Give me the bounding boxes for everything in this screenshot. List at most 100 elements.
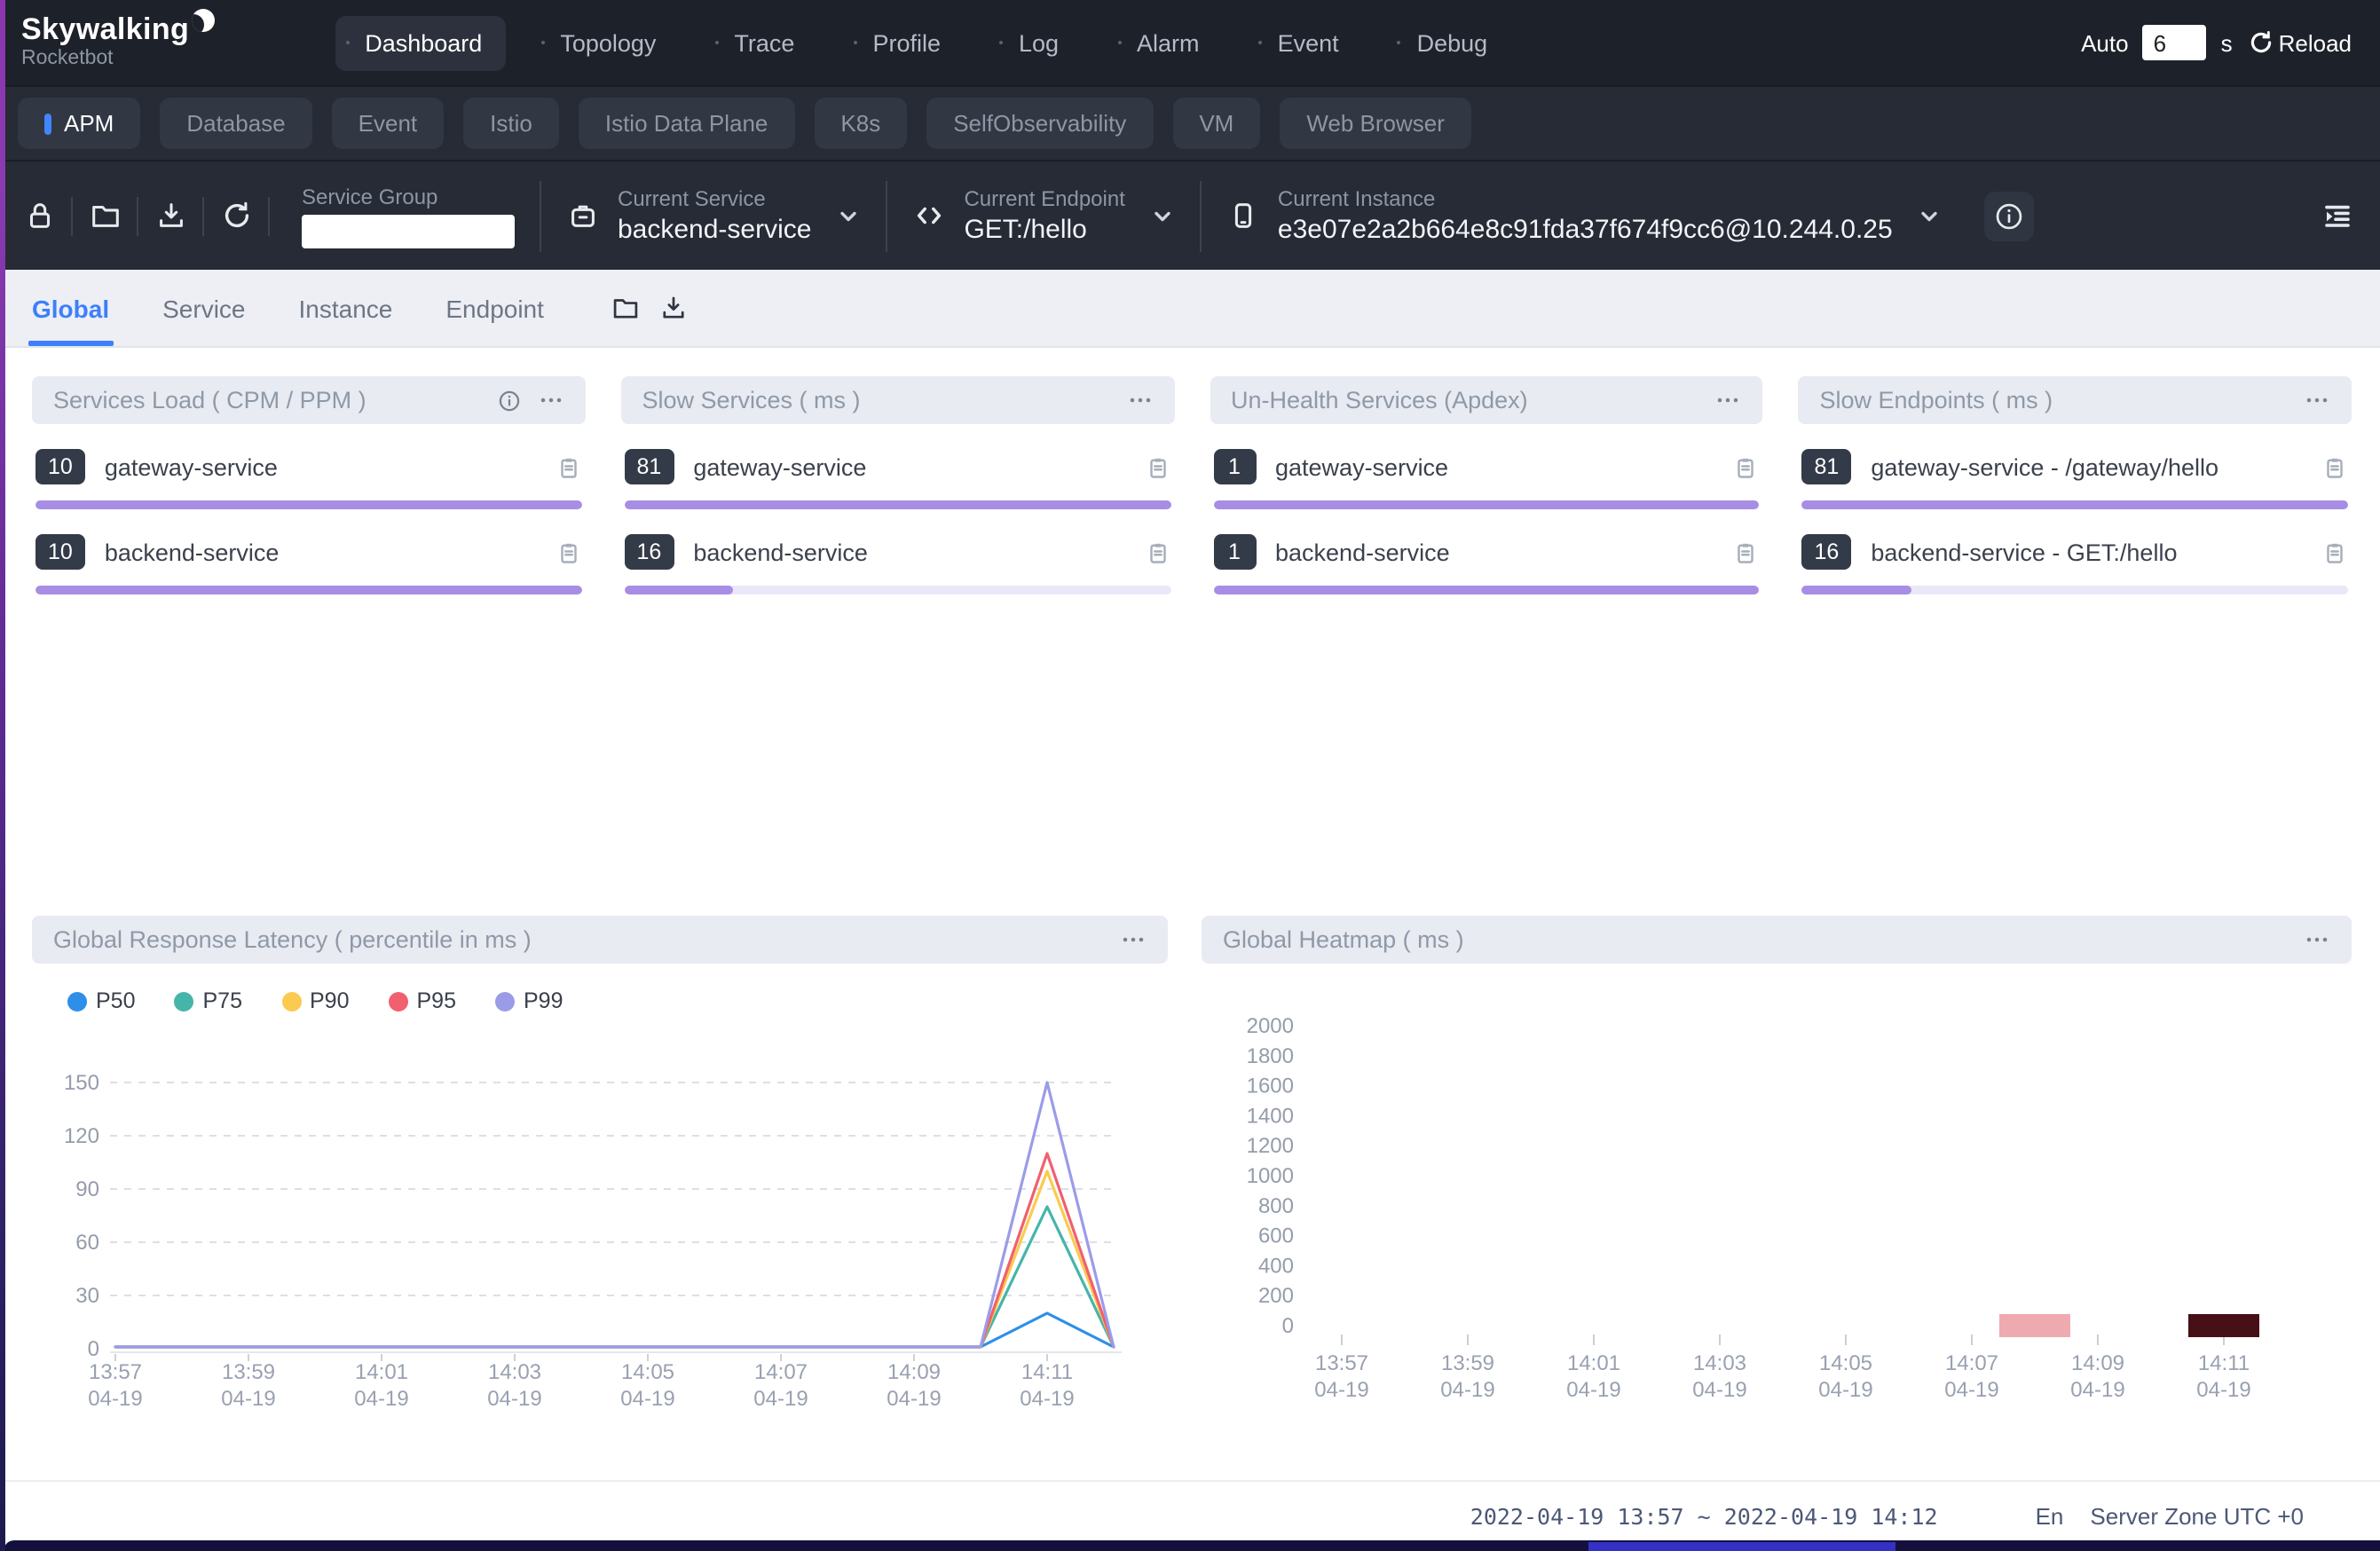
list-item[interactable]: 10 gateway-service: [32, 449, 586, 509]
collapse-panel-button[interactable]: [2320, 198, 2355, 233]
reload-label: Reload: [2279, 29, 2352, 56]
svg-text:400: 400: [1258, 1254, 1294, 1278]
module-tab-vm[interactable]: VM: [1172, 98, 1260, 149]
reload-icon: [2247, 28, 2275, 57]
card-more-button[interactable]: [2304, 926, 2330, 953]
svg-text:90: 90: [75, 1177, 99, 1201]
skywalking-logo[interactable]: Skywalking Rocketbot: [21, 15, 214, 71]
module-tab-web-browser[interactable]: Web Browser: [1280, 98, 1471, 149]
module-tab-apm[interactable]: APM: [18, 98, 140, 149]
heatmap-chart[interactable]: 020040060080010001200140016001800200013:…: [1202, 1004, 2352, 1471]
reload-button[interactable]: Reload: [2247, 28, 2352, 57]
current-service-select[interactable]: Current Service backend-service: [541, 186, 886, 245]
legend-item-P90[interactable]: P90: [281, 988, 350, 1013]
toolbar-divider: [202, 196, 204, 235]
service-group-input[interactable]: [302, 214, 515, 248]
card-title: Slow Endpoints ( ms ): [1820, 387, 2053, 413]
svg-text:04-19: 04-19: [887, 1387, 941, 1411]
info-button[interactable]: [1985, 191, 2035, 240]
current-endpoint-select[interactable]: Current Endpoint GET:/hello: [887, 186, 1199, 245]
module-tab-event[interactable]: Event: [332, 98, 445, 149]
metric-bar: [1213, 500, 1760, 509]
card-info-button[interactable]: [497, 388, 522, 413]
tab-global[interactable]: Global: [28, 271, 113, 345]
current-service-label: Current Service: [618, 186, 811, 211]
module-tab-istio-data-plane[interactable]: Istio Data Plane: [579, 98, 795, 149]
list-item[interactable]: 1 gateway-service: [1210, 449, 1763, 509]
legend-item-P95[interactable]: P95: [389, 988, 457, 1013]
copy-clipboard-button[interactable]: [1144, 453, 1170, 480]
time-range-picker[interactable]: 2022-04-19 13:57 ~ 2022-04-19 14:12: [1470, 1503, 1938, 1530]
nav-item-dashboard[interactable]: Dashboard: [335, 15, 505, 70]
heatmap-cell-14:11[interactable]: [2188, 1314, 2259, 1337]
latency-line-chart[interactable]: 030609012015013:5704-1913:5904-1914:0104…: [32, 1013, 1168, 1439]
card-more-button[interactable]: [538, 387, 564, 413]
module-tab-k8s[interactable]: K8s: [814, 98, 907, 149]
module-tab-selfobservability[interactable]: SelfObservability: [926, 98, 1153, 149]
chevron-down-icon: [1918, 203, 1943, 228]
module-tab-database[interactable]: Database: [160, 98, 311, 149]
nav-item-debug[interactable]: Debug: [1387, 15, 1511, 70]
tab-instance[interactable]: Instance: [296, 271, 397, 345]
list-item[interactable]: 81 gateway-service - /gateway/hello: [1799, 449, 2352, 509]
svg-text:60: 60: [75, 1231, 99, 1255]
metric-value-badge: 1: [1213, 534, 1256, 570]
module-tab-istio[interactable]: Istio: [463, 98, 559, 149]
metric-value-badge: 10: [35, 449, 85, 484]
nav-item-alarm[interactable]: Alarm: [1107, 15, 1223, 70]
import-dashboard-button[interactable]: [611, 293, 642, 323]
crescent-moon-icon: [191, 10, 214, 33]
legend-label: P90: [310, 988, 350, 1013]
export-template-button[interactable]: [146, 199, 195, 232]
service-group-field: Service Group: [277, 184, 540, 248]
svg-text:14:09: 14:09: [887, 1360, 941, 1384]
more-dots-icon: [1126, 387, 1153, 413]
cutoff-popup-highlight: [1588, 1542, 1895, 1551]
copy-clipboard-button[interactable]: [1144, 539, 1170, 565]
card-title: Global Heatmap ( ms ): [1223, 926, 1464, 953]
copy-clipboard-button[interactable]: [556, 539, 582, 565]
tab-service[interactable]: Service: [159, 271, 248, 345]
list-item[interactable]: 81 gateway-service: [621, 449, 1175, 509]
card-more-button[interactable]: [1126, 387, 1153, 413]
list-item[interactable]: 16 backend-service: [621, 534, 1175, 594]
list-item[interactable]: 16 backend-service - GET:/hello: [1799, 534, 2352, 594]
lock-template-button[interactable]: [14, 199, 64, 232]
card-header: Un-Health Services (Apdex): [1210, 376, 1763, 424]
copy-clipboard-button[interactable]: [2321, 539, 2348, 565]
legend-item-P75[interactable]: P75: [175, 988, 243, 1013]
service-name: gateway-service: [1275, 453, 1448, 480]
copy-clipboard-button[interactable]: [1733, 539, 1760, 565]
copy-clipboard-button[interactable]: [1733, 453, 1760, 480]
list-item[interactable]: 1 backend-service: [1210, 534, 1763, 594]
export-dashboard-button[interactable]: [659, 293, 690, 323]
nav-item-profile[interactable]: Profile: [842, 15, 964, 70]
auto-reload-label: Auto: [2081, 29, 2129, 56]
logo-subtitle: Rocketbot: [21, 51, 214, 71]
nav-item-log[interactable]: Log: [989, 15, 1082, 70]
nav-item-trace[interactable]: Trace: [704, 15, 817, 70]
card-header: Global Response Latency ( percentile in …: [32, 916, 1168, 964]
card-more-button[interactable]: [1715, 387, 1742, 413]
nav-item-event[interactable]: Event: [1248, 15, 1362, 70]
svg-text:14:01: 14:01: [1567, 1351, 1620, 1375]
heatmap-cell-14:08[interactable]: [1999, 1314, 2070, 1337]
server-zone-control[interactable]: Server Zone UTC +0: [2090, 1503, 2304, 1530]
card-more-button[interactable]: [1120, 926, 1147, 953]
copy-clipboard-button[interactable]: [2321, 453, 2348, 480]
svg-text:14:09: 14:09: [2071, 1351, 2124, 1375]
import-template-button[interactable]: [80, 199, 130, 232]
toolbar-divider: [137, 196, 138, 235]
language-switch[interactable]: En: [2036, 1503, 2064, 1530]
current-instance-select[interactable]: Current Instance e3e07e2a2b664e8c91fda37…: [1202, 186, 1967, 245]
list-item[interactable]: 10 backend-service: [32, 534, 586, 594]
card-more-button[interactable]: [2304, 387, 2330, 413]
metric-bar: [1802, 500, 2349, 509]
nav-item-topology[interactable]: Topology: [530, 15, 679, 70]
legend-item-P99[interactable]: P99: [495, 988, 563, 1013]
auto-interval-input[interactable]: [2143, 25, 2207, 60]
refresh-templates-button[interactable]: [211, 199, 261, 232]
tab-endpoint[interactable]: Endpoint: [442, 271, 548, 345]
legend-item-P50[interactable]: P50: [67, 988, 136, 1013]
copy-clipboard-button[interactable]: [556, 453, 582, 480]
